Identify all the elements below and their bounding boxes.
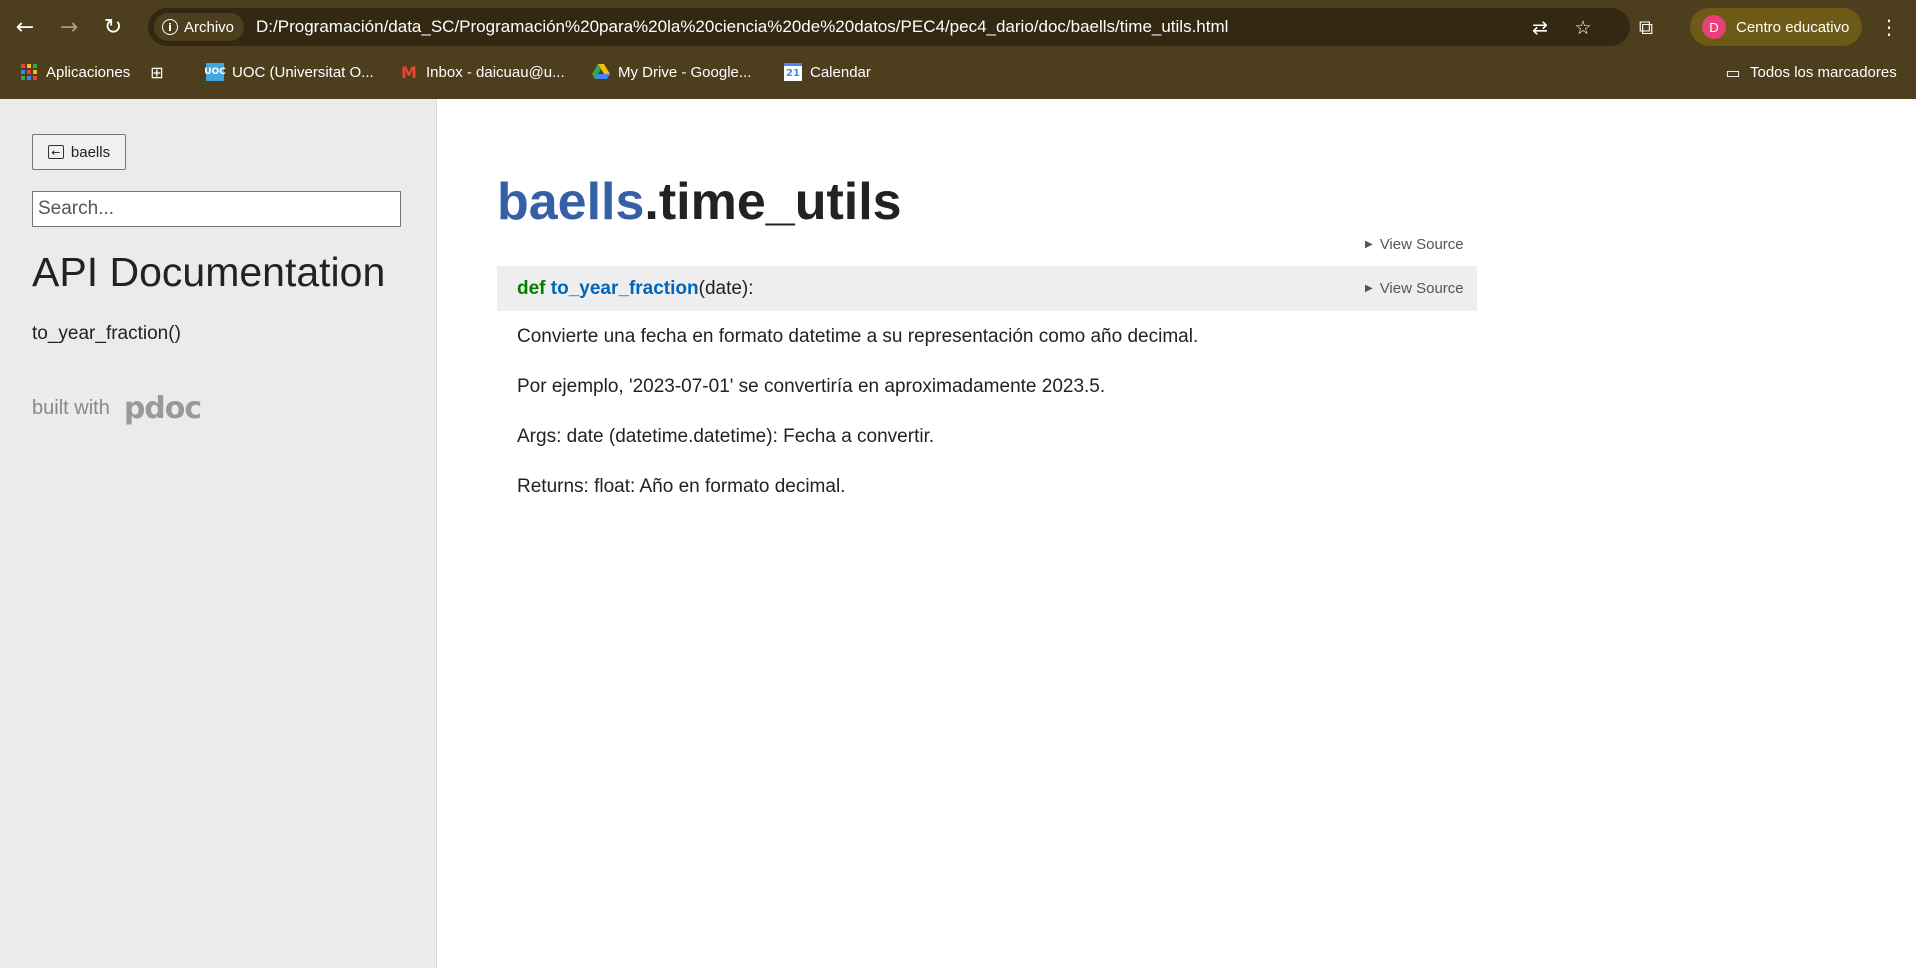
docstring-paragraph: Returns: float: Año en formato decimal. [517,476,846,497]
address-bar[interactable]: i Archivo D:/Programación/data_SC/Progra… [148,8,1630,46]
profile-button[interactable]: D Centro educativo [1690,8,1862,46]
bookmark-calendar[interactable]: 21 Calendar [784,60,871,84]
avatar: D [1702,15,1726,39]
back-arrow-icon[interactable]: ← [12,12,38,42]
module-name: .time_utils [644,173,902,231]
info-icon: i [162,19,178,35]
bookmark-label: UOC (Universitat O... [232,63,374,81]
built-with-label: built with [32,397,110,419]
function-signature-bar: def to_year_fraction(date): ▶ View Sourc… [497,266,1477,311]
star-bookmark-icon[interactable]: ☆ [1571,16,1595,40]
browser-toolbar: ← → ↻ i Archivo D:/Programación/data_SC/… [0,0,1916,54]
search-input[interactable] [32,191,401,227]
docstring-paragraph: Args: date (datetime.datetime): Fecha a … [517,426,935,447]
browser-chrome: ← → ↻ i Archivo D:/Programación/data_SC/… [0,0,1916,138]
site-info-chip[interactable]: i Archivo [154,13,245,41]
bookmark-drive[interactable]: My Drive - Google... [592,60,751,84]
def-keyword: def [517,278,546,299]
docs-sidebar: ← baells API Documentation to_year_fract… [0,99,437,968]
back-button-label: baells [70,143,111,161]
view-source-label: View Source [1379,236,1464,253]
triangle-right-icon: ▶ [1365,239,1373,250]
function-name-link[interactable]: to_year_fraction [551,278,699,299]
main-content: baells.time_utils ▶ View Source def to_y… [438,99,1916,968]
gmail-icon: M [401,62,417,82]
calendar-icon: 21 [784,63,802,81]
view-source-label: View Source [1379,280,1464,297]
bookmark-label: Aplicaciones [46,63,131,81]
apps-grid-icon [20,63,38,81]
built-with-pdoc[interactable]: built with pdoc [32,391,202,426]
back-to-module-button[interactable]: ← baells [32,134,126,170]
sidebar-item-to-year-fraction[interactable]: to_year_fraction() [32,323,181,345]
all-bookmarks-label: Todos los marcadores [1750,63,1897,81]
pdoc-logo: pdoc [123,391,202,426]
bookmark-uoc[interactable]: UOC UOC (Universitat O... [204,60,374,84]
api-documentation-heading: API Documentation [32,249,386,295]
bookmark-apps[interactable]: Aplicaciones [20,60,130,84]
tab-groups-icon[interactable]: ⊞ [148,60,166,84]
url-text[interactable]: D:/Programación/data_SC/Programación%20p… [256,17,1228,37]
bookmark-label: Calendar [810,63,871,81]
bookmark-label: Inbox - daicuau@u... [426,63,565,81]
folder-icon: ▭ [1725,62,1741,82]
reload-icon[interactable]: ↻ [100,12,126,42]
bookmark-label: My Drive - Google... [618,63,752,81]
function-signature: def to_year_fraction(date): [517,278,754,300]
function-view-source-toggle[interactable]: ▶ View Source [1365,280,1464,297]
forward-arrow-icon[interactable]: → [56,12,82,42]
translate-icon[interactable]: ⇄ [1528,16,1552,40]
extensions-puzzle-icon[interactable]: ⧉ [1632,13,1660,41]
module-title: baells.time_utils [497,172,902,232]
docstring-paragraph: Convierte una fecha en formato datetime … [517,326,1199,347]
module-package-link[interactable]: baells [497,173,644,231]
box-arrow-left-icon: ← [47,145,64,159]
docstring-paragraph: Por ejemplo, '2023-07-01' se convertiría… [517,376,1106,397]
function-params: (date): [698,278,754,299]
bookmarks-bar: Aplicaciones ⊞ UOC UOC (Universitat O...… [0,56,1916,138]
google-drive-icon [592,63,610,81]
bookmark-gmail[interactable]: M Inbox - daicuau@u... [400,60,565,84]
all-bookmarks-button[interactable]: ▭ Todos los marcadores [1724,60,1897,84]
kebab-menu-icon[interactable]: ⋮ [1876,13,1902,41]
uoc-logo-icon: UOC [204,63,226,81]
site-info-label: Archivo [184,18,235,36]
module-view-source-toggle[interactable]: ▶ View Source [1365,236,1464,253]
profile-label: Centro educativo [1736,18,1850,36]
triangle-right-icon: ▶ [1365,283,1373,294]
